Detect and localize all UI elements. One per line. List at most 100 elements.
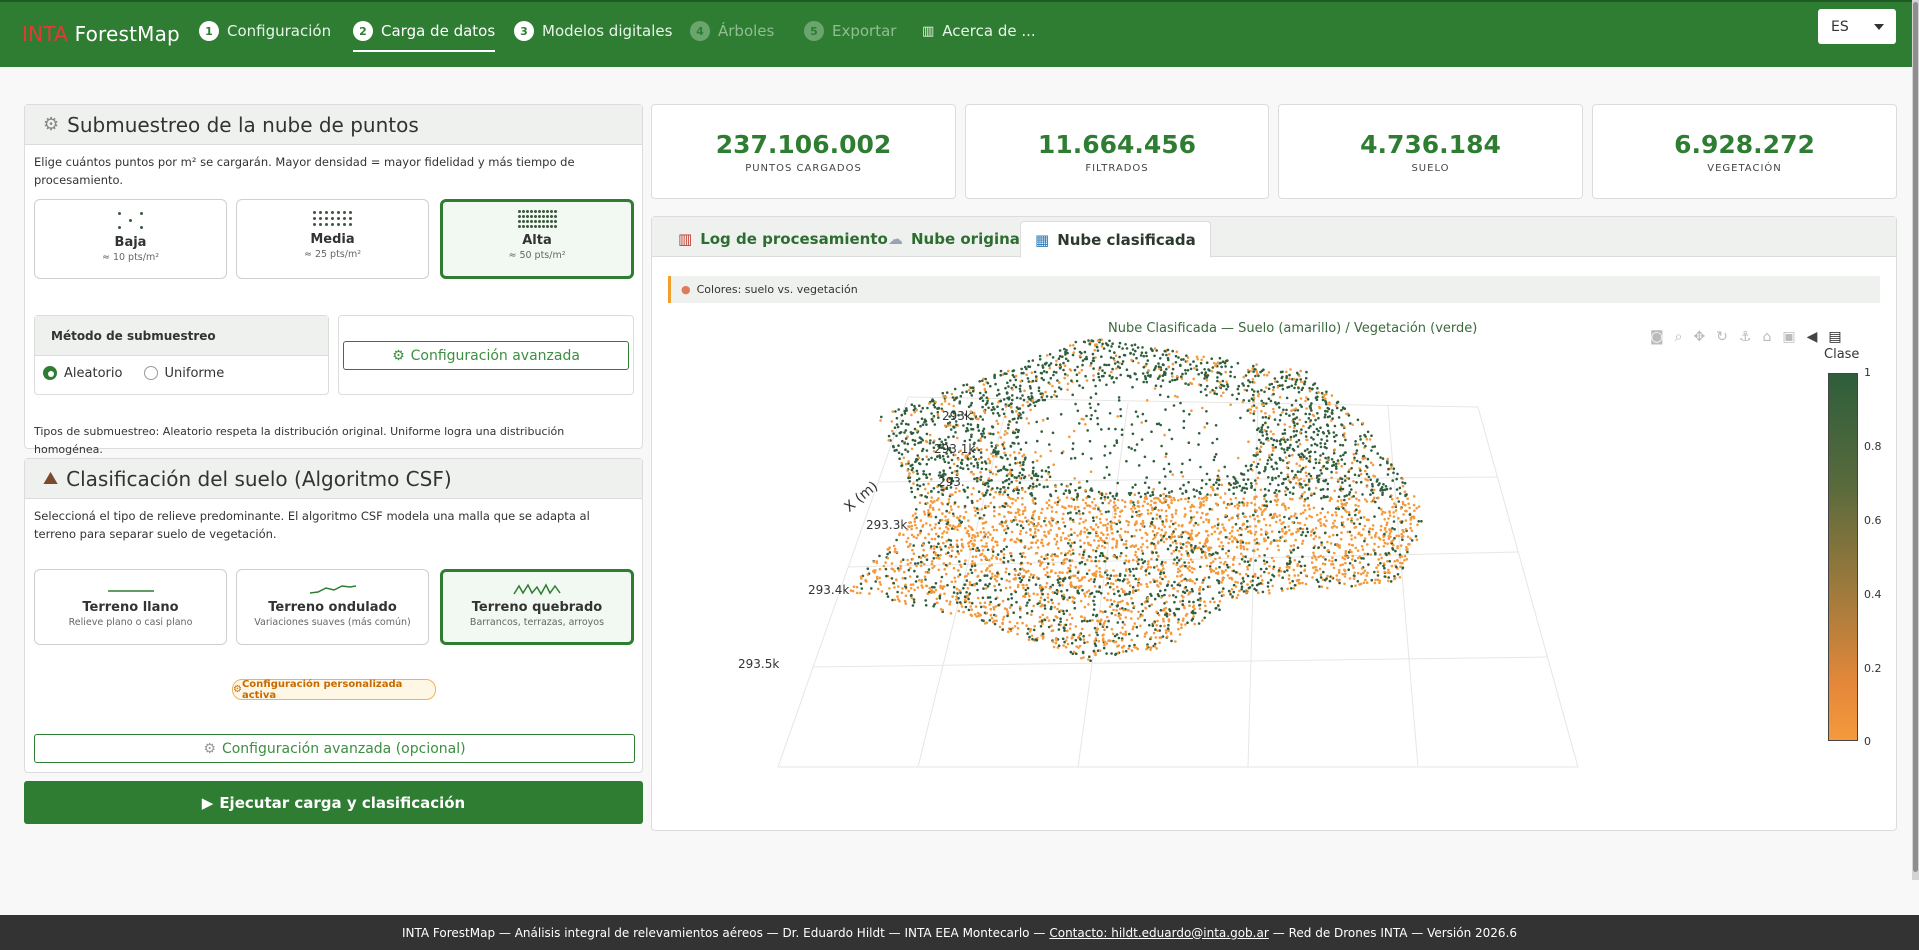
step-number: 4 [690, 21, 710, 41]
footer-text: INTA ForestMap — Análisis integral de re… [401, 925, 1046, 940]
submuestreo-header: ⚙ Submuestreo de la nube de puntos [25, 105, 642, 145]
metric-filtrados: 11.664.456 FILTRADOS [965, 104, 1269, 199]
nav-tab-configuracion[interactable]: 1 Configuración [199, 16, 331, 46]
badge-label: Configuración personalizada activa [241, 678, 403, 701]
footer-contact-link[interactable]: Contacto: hildt.eduardo@inta.gob.ar [1049, 926, 1268, 940]
step-number: 2 [353, 21, 373, 41]
brand-white: ForestMap [68, 22, 180, 46]
metric-value: 4.736.184 [1360, 130, 1501, 159]
gear-icon: ⚙ [392, 347, 405, 364]
submuestreo-description: Elige cuántos puntos por m² se cargarán.… [34, 155, 575, 187]
density-baja-card[interactable]: Baja ≈ 10 pts/m² [34, 199, 227, 279]
plotly-logo-icon[interactable]: ▤ [1828, 330, 1841, 344]
axis-tick: 293.4k [808, 583, 850, 597]
language-select[interactable]: ES [1818, 9, 1896, 44]
run-classification-button[interactable]: ▶ Ejecutar carga y clasificación [24, 781, 643, 824]
mountain-icon: ⛰ [43, 468, 59, 489]
axis-tick: 293. [938, 475, 965, 489]
metric-vegetacion: 6.928.272 VEGETACIÓN [1592, 104, 1897, 199]
axis-tick: 293k [942, 409, 972, 423]
csf-panel: ⛰ Clasificación del suelo (Algoritmo CSF… [24, 458, 643, 773]
tab-label: Nube original [911, 230, 1026, 248]
nav-tab-exportar[interactable]: 5 Exportar [804, 16, 896, 46]
wave-line-icon [309, 585, 356, 594]
radio-aleatorio[interactable]: Aleatorio [43, 366, 122, 381]
terreno-quebrado-card[interactable]: Terreno quebrado Barrancos, terrazas, ar… [440, 569, 634, 645]
terreno-label: Terreno quebrado [471, 600, 603, 615]
viewer-panel: ▥ Log de procesamiento ☁ Nube original ▦… [651, 216, 1897, 831]
tab-nube-original[interactable]: ☁ Nube original [874, 221, 1039, 257]
custom-config-badge: ⚙ Configuración personalizada activa [232, 678, 436, 701]
colorbar [1828, 373, 1858, 741]
terreno-sub: Relieve plano o casi plano [68, 617, 193, 628]
terreno-label: Terreno llano [82, 600, 179, 615]
metric-label: PUNTOS CARGADOS [745, 163, 862, 174]
density-label: Baja [114, 235, 147, 250]
nav-tab-carga-de-datos[interactable]: 2 Carga de datos [353, 16, 496, 52]
nav-tab-modelos-digitales[interactable]: 3 Modelos digitales [514, 16, 672, 46]
tab-label: Nube clasificada [1057, 230, 1196, 249]
metodo-title: Método de submuestreo [35, 316, 328, 356]
radio-checked-icon [43, 366, 57, 380]
density-dots-icon [237, 211, 428, 226]
tab-label: Log de procesamiento [700, 230, 888, 248]
brand-red: INTA [22, 22, 69, 46]
chevron-down-icon [1874, 23, 1884, 30]
density-sub: ≈ 10 pts/m² [101, 252, 160, 263]
csf-advanced-config-button[interactable]: ⚙ Configuración avanzada (opcional) [34, 734, 635, 763]
radio-label: Uniforme [164, 365, 225, 381]
colorbar-tick: 1 [1864, 366, 1871, 379]
nav-tab-acerca-de[interactable]: ▥ Acerca de ... [922, 16, 1036, 46]
metric-value: 237.106.002 [715, 130, 892, 159]
viewer-tabs: ▥ Log de procesamiento ☁ Nube original ▦… [652, 217, 1896, 258]
terreno-ondulado-card[interactable]: Terreno ondulado Variaciones suaves (más… [236, 569, 429, 645]
nav-tab-label: Árboles [718, 22, 775, 40]
gear-icon: ⚙ [43, 114, 60, 135]
map-icon: ▦ [1035, 230, 1050, 249]
panel-title: Submuestreo de la nube de puntos [67, 112, 419, 137]
play-icon: ▶ [201, 793, 214, 812]
cloud-icon: ☁ [888, 230, 903, 248]
radio-label: Aleatorio [64, 365, 123, 381]
density-sub: ≈ 25 pts/m² [303, 249, 362, 260]
nav-tab-label: Exportar [832, 22, 897, 40]
density-label: Media [310, 232, 355, 247]
nav-tab-label: Modelos digitales [542, 22, 673, 40]
page-scrollbar[interactable] [1912, 0, 1919, 880]
step-number: 5 [804, 21, 824, 41]
nav-tab-label: Acerca de ... [942, 22, 1036, 40]
colorbar-title: Clase [1824, 347, 1860, 362]
advanced-config-box: ⚙ Configuración avanzada [338, 315, 634, 395]
step-number: 1 [199, 21, 219, 41]
point-cloud-plot[interactable]: Nube Clasificada — Suelo (amarillo) / Ve… [668, 317, 1882, 817]
density-media-card[interactable]: Media ≈ 25 pts/m² [236, 199, 429, 279]
axis-tick: 293.1k [934, 442, 976, 456]
tab-nube-clasificada[interactable]: ▦ Nube clasificada [1020, 221, 1211, 258]
metric-label: FILTRADOS [1085, 163, 1149, 174]
language-value: ES [1831, 18, 1849, 35]
metric-value: 6.928.272 [1674, 130, 1815, 159]
terreno-llano-card[interactable]: Terreno llano Relieve plano o casi plano [34, 569, 227, 645]
button-label: Configuración avanzada [410, 347, 580, 364]
density-alta-card[interactable]: Alta ≈ 50 pts/m² [440, 199, 634, 279]
flat-line-icon [107, 590, 154, 592]
nav-tab-label: Carga de datos [381, 22, 496, 40]
step-number: 3 [514, 21, 534, 41]
palette-icon: ● [681, 283, 691, 296]
tab-log-procesamiento[interactable]: ▥ Log de procesamiento [664, 221, 902, 257]
brand-logo[interactable]: INTA ForestMap [22, 22, 180, 46]
terreno-sub: Barrancos, terrazas, arroyos [469, 617, 605, 628]
csf-header: ⛰ Clasificación del suelo (Algoritmo CSF… [25, 459, 642, 499]
radio-unchecked-icon [143, 366, 158, 380]
advanced-config-button[interactable]: ⚙ Configuración avanzada [343, 341, 629, 370]
density-dots-icon [443, 210, 631, 228]
scrollbar-thumb[interactable] [1913, 2, 1918, 872]
nav-tab-arboles[interactable]: 4 Árboles [690, 16, 774, 46]
metric-suelo: 4.736.184 SUELO [1278, 104, 1583, 199]
gear-icon: ⚙ [233, 684, 242, 695]
info-icon: ▥ [922, 23, 935, 39]
nav-tab-label: Configuración [227, 22, 332, 40]
radio-uniforme[interactable]: Uniforme [143, 365, 225, 381]
top-navbar: INTA ForestMap 1 Configuración 2 Carga d… [0, 0, 1919, 67]
colorbar-tick: 0.6 [1864, 514, 1882, 527]
